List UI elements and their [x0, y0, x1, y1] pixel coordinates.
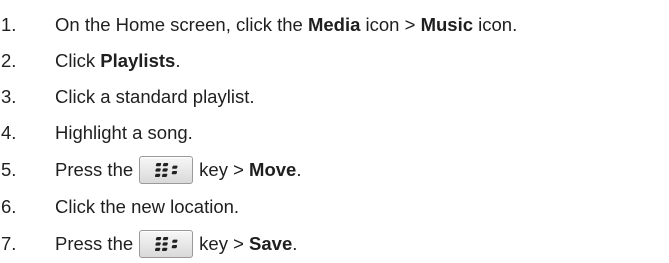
step-segment: Click the new location.: [55, 196, 240, 217]
step-number: 4.: [1, 122, 17, 143]
step-text: Click the new location.: [55, 196, 239, 218]
step-item: 5. Press the key > Move.: [0, 151, 669, 189]
step-segment: .: [175, 50, 181, 71]
menu-key-icon: [139, 230, 194, 258]
step-segment: Click a standard playlist.: [55, 86, 255, 107]
step-text: Press the key > Save.: [55, 230, 297, 258]
step-item: 1. On the Home screen, click the Media ic…: [0, 7, 669, 43]
step-number: 5.: [1, 159, 17, 180]
step-number: 1.: [1, 14, 17, 35]
ui-term: Music: [420, 14, 473, 35]
menu-key-icon: [139, 156, 194, 184]
step-segment: icon >: [360, 14, 421, 35]
step-item: 2. Click Playlists.: [0, 43, 669, 79]
ui-term: Playlists: [100, 50, 176, 71]
step-item: 6. Click the new location.: [0, 189, 669, 225]
step-text: Click Playlists.: [55, 50, 180, 72]
instruction-list: 1. On the Home screen, click the Media ic…: [0, 7, 669, 263]
step-text: On the Home screen, click the Media icon…: [55, 14, 517, 36]
step-text: Highlight a song.: [55, 122, 193, 144]
step-text: Click a standard playlist.: [55, 86, 254, 108]
ui-term: Media: [307, 14, 361, 35]
step-segment: icon.: [473, 14, 518, 35]
step-segment: Click: [55, 50, 101, 71]
ui-term: Move: [249, 159, 297, 180]
step-segment: key >: [199, 159, 250, 180]
step-number: 6.: [1, 196, 17, 217]
step-item: 3. Click a standard playlist.: [0, 79, 669, 115]
step-item: 4. Highlight a song.: [0, 115, 669, 151]
step-segment: .: [296, 159, 302, 180]
step-segment: Highlight a song.: [55, 122, 193, 143]
step-segment: Press the: [55, 159, 134, 180]
step-item: 7. Press the key > Save.: [0, 225, 669, 263]
step-segment: On the Home screen, click the: [55, 14, 308, 35]
step-number: 2.: [1, 50, 17, 71]
step-text: Press the key > Move.: [55, 156, 301, 184]
step-number: 3.: [1, 86, 17, 107]
